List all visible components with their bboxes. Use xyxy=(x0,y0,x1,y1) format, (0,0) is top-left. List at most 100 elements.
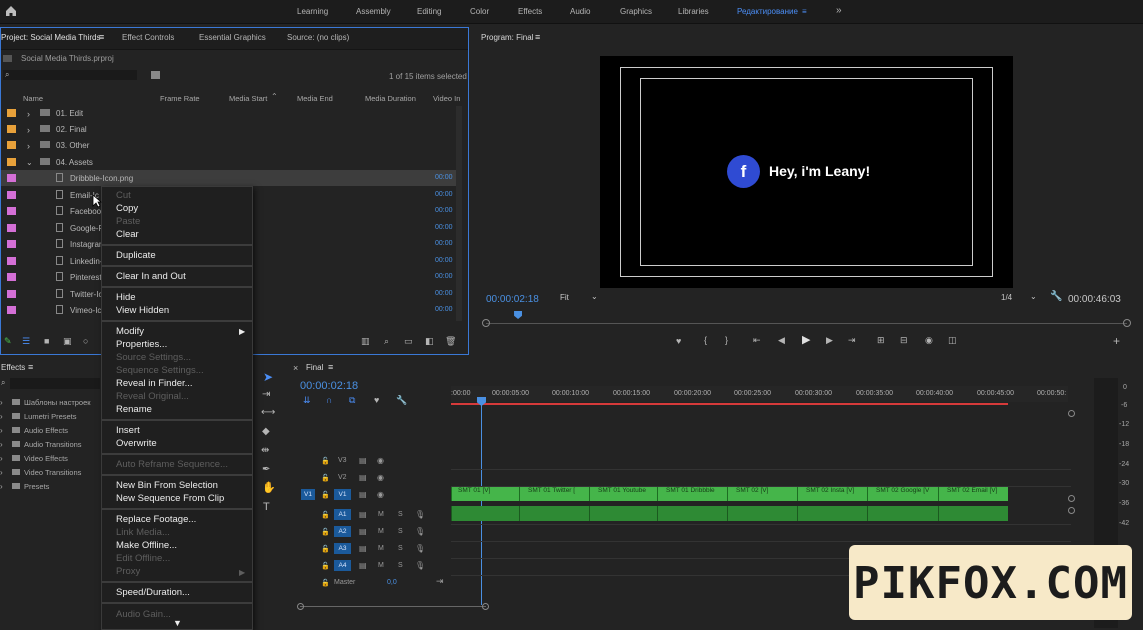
play-icon[interactable]: ▶ xyxy=(802,335,810,346)
lock-icon[interactable]: 🔓 xyxy=(321,474,330,482)
timeline-timecode[interactable]: 00:00:02:18 xyxy=(300,380,358,392)
icon-view-icon[interactable]: ■ xyxy=(44,337,49,346)
microphone-icon[interactable]: 🎙 xyxy=(415,561,425,570)
new-search-bin-icon[interactable] xyxy=(151,71,160,79)
list-item[interactable]: › Audio Effects xyxy=(0,426,100,436)
scrubber-start-handle[interactable] xyxy=(482,319,490,327)
menu-item-hide[interactable]: Hide xyxy=(116,292,136,303)
panel-menu-icon[interactable]: ≡ xyxy=(535,32,540,42)
menu-item-rename[interactable]: Rename xyxy=(116,404,152,415)
timeline-clip[interactable]: SMT 02 Insta [V] xyxy=(797,487,867,501)
audio-clip[interactable] xyxy=(938,506,1008,521)
mute-button[interactable]: M xyxy=(378,562,384,569)
timeline-clip[interactable]: SMT 02 [V] xyxy=(727,487,797,501)
workspace-effects[interactable]: Effects xyxy=(518,7,542,16)
list-view-icon[interactable]: ☰ xyxy=(22,337,30,346)
audio-clip[interactable] xyxy=(451,506,519,521)
list-item[interactable]: › 01. Edit xyxy=(1,105,459,121)
mark-in-icon[interactable]: { xyxy=(704,336,707,345)
list-item[interactable]: › Audio Transitions xyxy=(0,440,100,450)
eye-icon[interactable]: ◉ xyxy=(377,473,384,482)
tab-essential-graphics[interactable]: Essential Graphics xyxy=(199,33,266,42)
find-icon[interactable]: ⌕ xyxy=(384,337,389,346)
track-label-a3[interactable]: A3 xyxy=(334,543,351,554)
workspace-libraries[interactable]: Libraries xyxy=(678,7,709,16)
track-label-a4[interactable]: A4 xyxy=(334,560,351,571)
type-tool-icon[interactable]: T xyxy=(263,502,270,513)
lock-icon[interactable]: 🔓 xyxy=(321,562,330,570)
timeline-clip[interactable]: SMT 02 Google [V xyxy=(867,487,938,501)
menu-item-reveal-in-finder[interactable]: Reveal in Finder... xyxy=(116,378,193,389)
panel-menu-icon[interactable]: ≡ xyxy=(28,362,33,372)
menu-item-speed-duration[interactable]: Speed/Duration... xyxy=(116,587,190,598)
column-frame-rate[interactable]: Frame Rate xyxy=(160,94,200,103)
new-item-icon[interactable]: ◧ xyxy=(425,337,434,346)
menu-item-new-sequence[interactable]: New Sequence From Clip xyxy=(116,493,224,504)
chevron-down-icon[interactable]: ⌄ xyxy=(591,292,598,301)
tab-project[interactable]: Project: Social Media Thirds xyxy=(1,33,100,42)
workspace-audio[interactable]: Audio xyxy=(570,7,590,16)
hand-tool-icon[interactable]: ✋ xyxy=(262,483,276,494)
home-icon[interactable] xyxy=(5,5,17,17)
track-scroll-handle[interactable] xyxy=(1068,495,1075,502)
project-search-input[interactable] xyxy=(3,70,137,80)
eye-icon[interactable]: ◉ xyxy=(377,456,384,465)
snap-icon[interactable]: ∩ xyxy=(326,396,332,405)
lift-icon[interactable]: ⊞ xyxy=(877,336,885,345)
list-item[interactable]: › Video Effects xyxy=(0,454,100,464)
column-name[interactable]: Name xyxy=(23,94,43,103)
audio-clip[interactable] xyxy=(727,506,797,521)
pen-tool-icon[interactable]: ✒ xyxy=(262,465,270,475)
search-icon[interactable]: ⌕ xyxy=(1,379,5,387)
add-marker-icon[interactable]: ♥ xyxy=(374,396,379,405)
timeline-clip[interactable]: SMT 02 Email [V] xyxy=(938,487,1008,501)
mark-out-icon[interactable]: } xyxy=(725,336,728,345)
list-item[interactable]: › Presets xyxy=(0,482,100,492)
column-media-end[interactable]: Media End xyxy=(297,94,333,103)
workspace-custom[interactable]: Редактирование xyxy=(737,7,798,16)
tab-menu-icon[interactable]: ≡ xyxy=(99,32,104,42)
audio-clip[interactable] xyxy=(797,506,867,521)
trash-icon[interactable]: 🗑 xyxy=(445,337,456,346)
program-viewer[interactable]: f Hey, i'm Leany! xyxy=(600,56,1013,288)
timeline-settings-icon[interactable]: 🔧 xyxy=(396,396,407,405)
source-patch-v1[interactable]: V1 xyxy=(301,489,315,500)
audio-clip[interactable] xyxy=(867,506,938,521)
project-scrollbar[interactable] xyxy=(456,106,462,321)
fit-dropdown[interactable]: Fit xyxy=(560,293,569,302)
track-scroll-handle[interactable] xyxy=(1068,507,1075,514)
lock-icon[interactable]: 🔓 xyxy=(321,579,330,587)
freeform-view-icon[interactable]: ▣ xyxy=(63,337,72,346)
step-forward-icon[interactable]: ▶︎ xyxy=(826,336,833,345)
effects-search-input[interactable] xyxy=(10,378,100,389)
go-to-in-icon[interactable]: ⇤ xyxy=(753,336,761,345)
resolution-dropdown[interactable]: 1/4 xyxy=(1001,293,1012,302)
menu-item-properties[interactable]: Properties... xyxy=(116,339,167,350)
close-icon[interactable]: × xyxy=(293,363,298,373)
automate-to-sequence-icon[interactable]: ▥ xyxy=(361,337,370,346)
microphone-icon[interactable]: 🎙 xyxy=(415,544,425,553)
zoom-handle-left[interactable] xyxy=(297,603,304,610)
menu-item-make-offline[interactable]: Make Offline... xyxy=(116,540,177,551)
audio-clip[interactable] xyxy=(519,506,589,521)
go-to-out-icon[interactable]: ⇥ xyxy=(848,336,856,345)
timeline-zoom-bar[interactable] xyxy=(300,606,486,607)
slip-tool-icon[interactable]: ⇹ xyxy=(261,446,269,456)
scrubber-end-handle[interactable] xyxy=(1123,319,1131,327)
list-item[interactable]: › Lumetri Presets xyxy=(0,412,100,422)
timeline-clip[interactable]: SMT 01 Dribbble xyxy=(657,487,727,501)
zoom-handle-right[interactable] xyxy=(482,603,489,610)
timeline-clip[interactable]: SMT 01 [V] xyxy=(451,487,519,501)
more-workspaces-icon[interactable]: » xyxy=(836,5,842,16)
sync-lock-icon[interactable]: ▤ xyxy=(359,456,367,465)
list-item[interactable]: Dribbble-Icon.png 00:00 xyxy=(1,170,459,186)
menu-item-clear-in-out[interactable]: Clear In and Out xyxy=(116,271,186,282)
wrench-icon[interactable]: 🔧 xyxy=(1050,291,1062,302)
list-item[interactable]: › 02. Final xyxy=(1,121,459,137)
lock-icon[interactable]: 🔓 xyxy=(321,511,330,519)
pencil-icon[interactable]: ✎ xyxy=(4,337,12,346)
chevron-right-icon[interactable]: › xyxy=(27,109,30,119)
list-item[interactable]: › Video Transitions xyxy=(0,468,100,478)
lock-icon[interactable]: 🔓 xyxy=(321,545,330,553)
menu-item-insert[interactable]: Insert xyxy=(116,425,140,436)
